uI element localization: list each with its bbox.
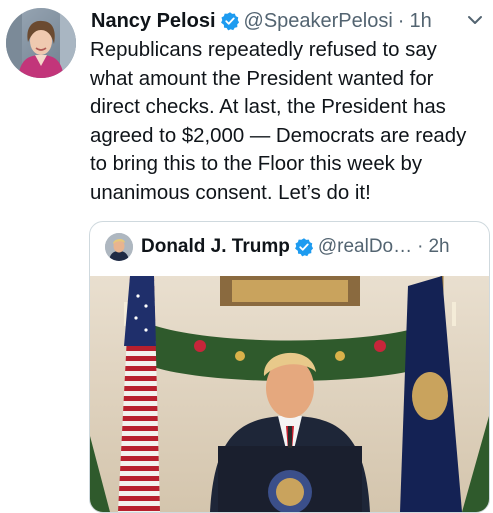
chevron-down-icon[interactable]	[465, 10, 485, 30]
tweet-text-line: Republicans repeatedly refused to say	[90, 39, 437, 61]
tweet-text-line: what amount the President wanted for	[90, 67, 434, 90]
verified-badge-icon	[294, 237, 314, 257]
quoted-tweet-header: Donald J. Trump @realDo… · 2h	[105, 232, 450, 262]
tweet-header: Nancy Pelosi @SpeakerPelosi · 1h	[91, 8, 432, 34]
tweet-text-line: to bring this to the Floor this week by	[90, 153, 423, 175]
verified-badge-icon	[220, 11, 240, 31]
tweet-text: Republicans repeatedly refused to say wh…	[90, 36, 485, 207]
quoted-tweet-timestamp[interactable]: 2h	[428, 236, 449, 258]
quoted-tweet-media[interactable]	[90, 276, 489, 512]
author-avatar[interactable]	[6, 8, 76, 78]
quoted-author-name[interactable]: Donald J. Trump	[141, 236, 290, 258]
tweet-text-line: direct checks. At last, the President ha…	[90, 96, 446, 118]
separator-dot: ·	[417, 236, 424, 257]
separator-dot: ·	[397, 9, 405, 32]
quoted-author-avatar[interactable]	[105, 233, 133, 261]
author-handle[interactable]: @SpeakerPelosi	[244, 10, 393, 33]
tweet-text-line: unanimous consent. Let’s do it!	[90, 181, 371, 204]
quoted-tweet[interactable]: Donald J. Trump @realDo… · 2h	[89, 221, 490, 513]
author-name[interactable]: Nancy Pelosi	[91, 10, 216, 33]
tweet[interactable]: Nancy Pelosi @SpeakerPelosi · 1h Republi…	[0, 0, 493, 513]
quoted-author-handle[interactable]: @realDo…	[318, 236, 412, 258]
tweet-text-line: agreed to $2,000 — Democrats are ready	[90, 124, 467, 147]
tweet-timestamp[interactable]: 1h	[409, 10, 431, 33]
